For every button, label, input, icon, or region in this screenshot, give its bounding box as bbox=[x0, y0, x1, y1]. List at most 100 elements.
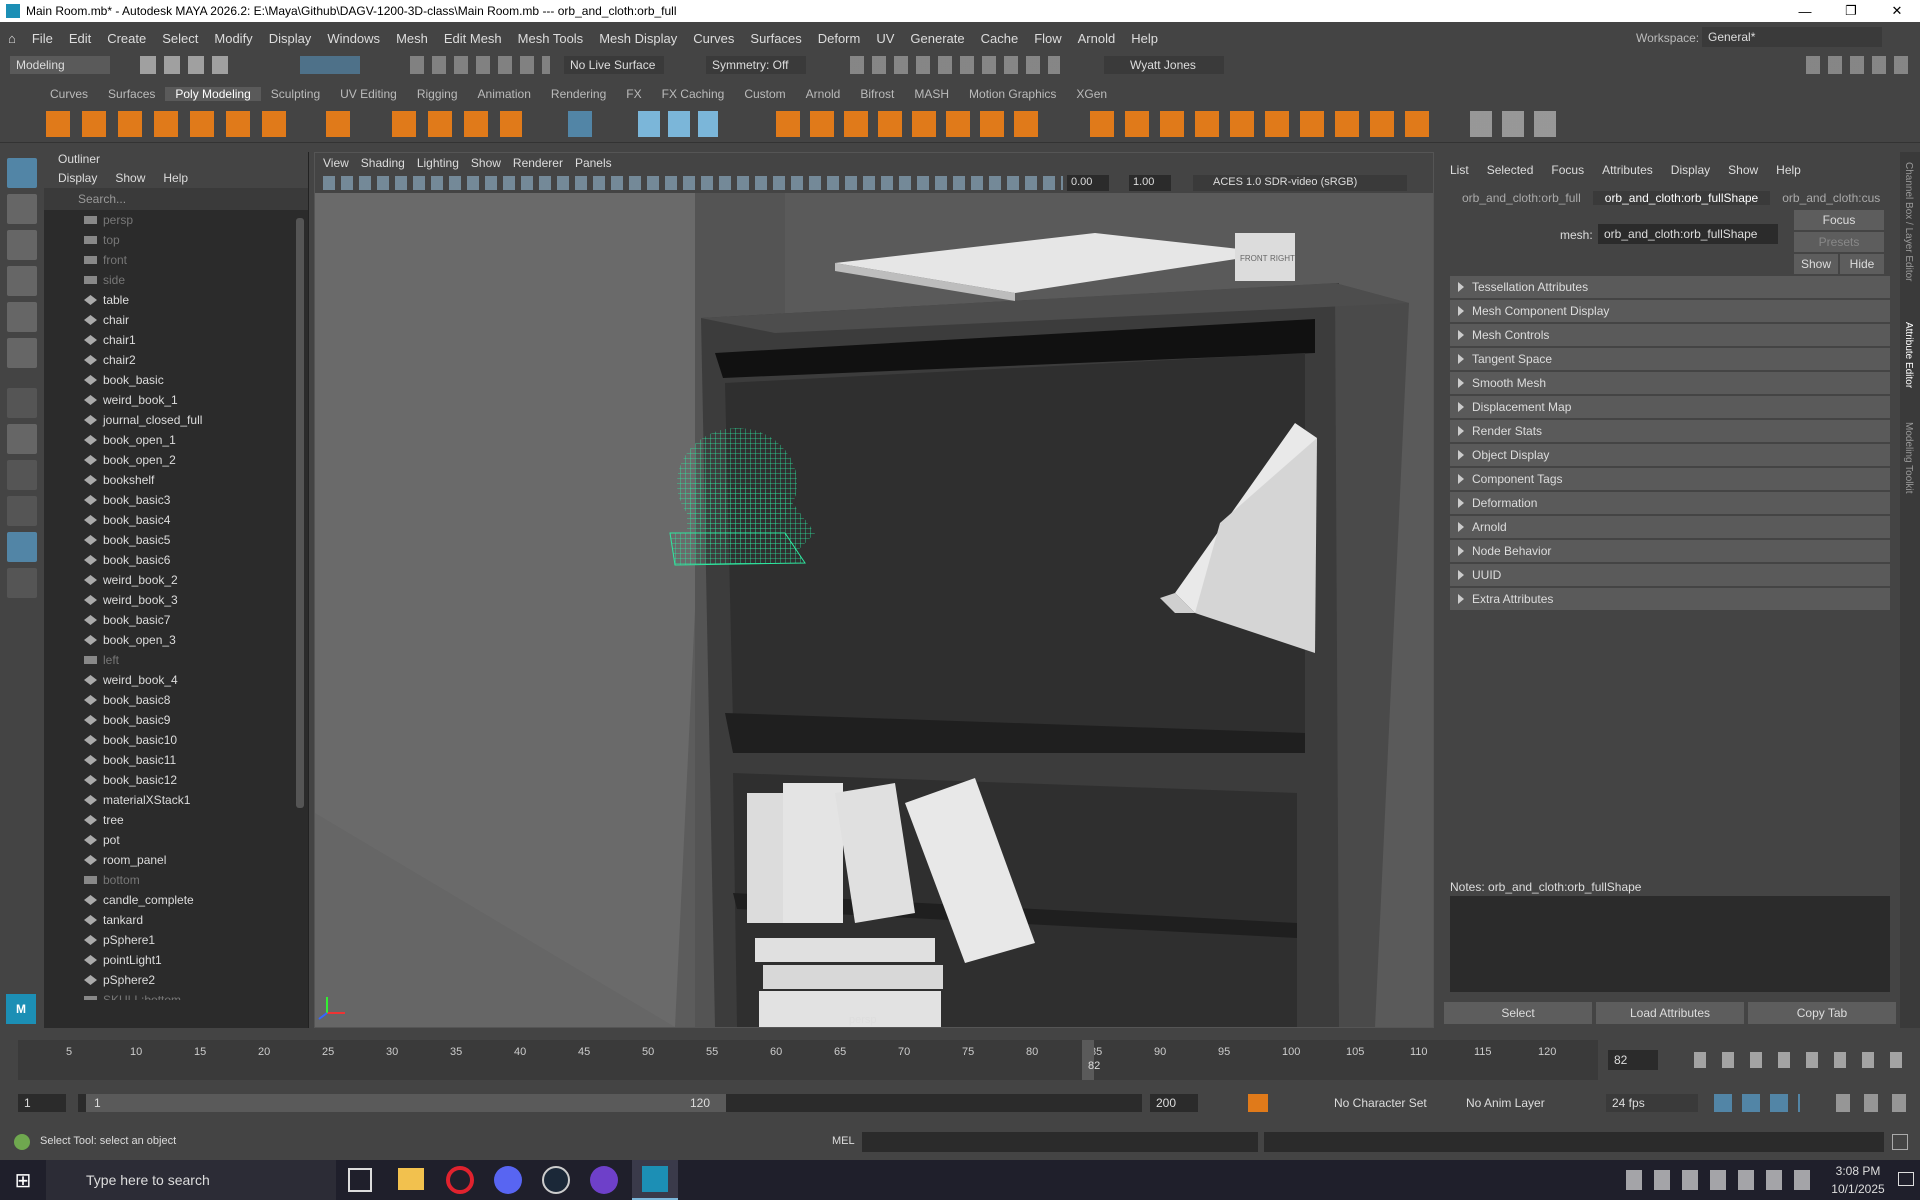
outliner-item[interactable]: bookshelf bbox=[44, 470, 308, 490]
attr-section[interactable]: Tessellation Attributes bbox=[1450, 276, 1890, 298]
viewport-toolbar-icons[interactable] bbox=[323, 176, 1063, 190]
side-tab-attribute-editor[interactable]: Attribute Editor bbox=[1903, 322, 1914, 388]
outliner-item[interactable]: chair2 bbox=[44, 350, 308, 370]
outliner-view-icon[interactable] bbox=[7, 532, 37, 562]
single-view-icon[interactable] bbox=[7, 424, 37, 454]
sound-icons[interactable] bbox=[1836, 1094, 1916, 1112]
github-icon[interactable] bbox=[590, 1166, 618, 1194]
attr-menu-attributes[interactable]: Attributes bbox=[1602, 163, 1653, 177]
playback-controls[interactable] bbox=[1694, 1052, 1912, 1068]
task-view-icon[interactable] bbox=[348, 1168, 372, 1192]
snap-icons[interactable] bbox=[410, 56, 550, 74]
outliner-item[interactable]: table bbox=[44, 290, 308, 310]
outliner-item[interactable]: journal_closed_full bbox=[44, 410, 308, 430]
outliner-item[interactable]: weird_book_3 bbox=[44, 590, 308, 610]
attr-section[interactable]: UUID bbox=[1450, 564, 1890, 586]
attr-section[interactable]: Smooth Mesh bbox=[1450, 372, 1890, 394]
shelf-tab-curves[interactable]: Curves bbox=[40, 87, 98, 101]
attr-tab-shape[interactable]: orb_and_cloth:orb_fullShape bbox=[1592, 191, 1771, 205]
attr-section[interactable]: Extra Attributes bbox=[1450, 588, 1890, 610]
vp-menu-view[interactable]: View bbox=[323, 156, 349, 170]
selection-mask-icons[interactable] bbox=[300, 56, 360, 74]
mel-input[interactable] bbox=[862, 1132, 1258, 1152]
shelf-tab-surfaces[interactable]: Surfaces bbox=[98, 87, 165, 101]
anim-layer-select[interactable]: No Anim Layer bbox=[1466, 1096, 1545, 1110]
menu-uv[interactable]: UV bbox=[868, 31, 902, 46]
mesh-name-field[interactable]: orb_and_cloth:orb_fullShape bbox=[1598, 224, 1778, 244]
outliner-item[interactable]: book_basic7 bbox=[44, 610, 308, 630]
outliner-item[interactable]: book_open_3 bbox=[44, 630, 308, 650]
vp-field-a[interactable]: 0.00 bbox=[1067, 175, 1109, 191]
shelf-tab-poly-modeling[interactable]: Poly Modeling bbox=[165, 87, 261, 101]
outliner-search-input[interactable]: Search... bbox=[44, 188, 308, 210]
shelf-tab-mash[interactable]: MASH bbox=[904, 87, 959, 101]
layout-icons[interactable] bbox=[1806, 56, 1916, 74]
opera-icon[interactable] bbox=[446, 1166, 474, 1194]
outliner-item[interactable]: materialXStack1 bbox=[44, 790, 308, 810]
attr-section[interactable]: Mesh Controls bbox=[1450, 324, 1890, 346]
outliner-item[interactable]: book_open_2 bbox=[44, 450, 308, 470]
taskbar-date[interactable]: 10/1/2025 bbox=[1824, 1182, 1892, 1196]
outliner-item[interactable]: chair bbox=[44, 310, 308, 330]
vp-menu-show[interactable]: Show bbox=[471, 156, 501, 170]
outliner-item[interactable]: SKULL:bottom bbox=[44, 990, 308, 1000]
outliner-item[interactable]: pot bbox=[44, 830, 308, 850]
maya-taskbar-icon[interactable] bbox=[632, 1160, 678, 1200]
vp-menu-panels[interactable]: Panels bbox=[575, 156, 612, 170]
attr-tab-transform[interactable]: orb_and_cloth:orb_full bbox=[1450, 191, 1593, 205]
attr-section[interactable]: Deformation bbox=[1450, 492, 1890, 514]
script-editor-icon[interactable] bbox=[1892, 1134, 1908, 1150]
menu-mesh[interactable]: Mesh bbox=[388, 31, 436, 46]
attr-menu-help[interactable]: Help bbox=[1776, 163, 1801, 177]
outliner-item[interactable]: side bbox=[44, 270, 308, 290]
menu-curves[interactable]: Curves bbox=[685, 31, 742, 46]
steam-icon[interactable] bbox=[542, 1166, 570, 1194]
attr-section[interactable]: Mesh Component Display bbox=[1450, 300, 1890, 322]
menu-set-select[interactable]: Modeling bbox=[10, 56, 110, 74]
outliner-list[interactable]: persp top front side table chair chair1 chair2 b… bbox=[44, 210, 308, 1000]
attr-section[interactable]: Arnold bbox=[1450, 516, 1890, 538]
side-tab-modeling-toolkit[interactable]: Modeling Toolkit bbox=[1903, 422, 1914, 494]
vp-menu-lighting[interactable]: Lighting bbox=[417, 156, 459, 170]
file-icons[interactable] bbox=[140, 56, 250, 74]
select-tool-icon[interactable] bbox=[7, 158, 37, 188]
auto-key-icon[interactable] bbox=[1248, 1094, 1268, 1112]
colorspace-select[interactable]: ACES 1.0 SDR-video (sRGB) bbox=[1193, 175, 1407, 191]
vp-menu-shading[interactable]: Shading bbox=[361, 156, 405, 170]
viewport-scene[interactable]: FRONT RIGHT persp bbox=[315, 193, 1433, 1027]
attr-section[interactable]: Object Display bbox=[1450, 444, 1890, 466]
taskbar-time[interactable]: 3:08 PM bbox=[1828, 1164, 1888, 1178]
shelf-tab-fx[interactable]: FX bbox=[616, 87, 651, 101]
vp-field-b[interactable]: 1.00 bbox=[1129, 175, 1171, 191]
outliner-item[interactable]: book_basic6 bbox=[44, 550, 308, 570]
outliner-item[interactable]: candle_complete bbox=[44, 890, 308, 910]
shelf-tab-xgen[interactable]: XGen bbox=[1066, 87, 1117, 101]
system-tray-icons[interactable] bbox=[1626, 1170, 1816, 1190]
select-button[interactable]: Select bbox=[1444, 1002, 1592, 1024]
outliner-item[interactable]: book_basic11 bbox=[44, 750, 308, 770]
notes-field[interactable] bbox=[1450, 896, 1890, 992]
outliner-item[interactable]: top bbox=[44, 230, 308, 250]
menu-cache[interactable]: Cache bbox=[973, 31, 1027, 46]
fps-select[interactable]: 24 fps bbox=[1606, 1094, 1698, 1112]
outliner-menu-show[interactable]: Show bbox=[115, 171, 145, 185]
boolean-icons[interactable] bbox=[776, 111, 1046, 137]
show-button[interactable]: Show bbox=[1794, 254, 1838, 274]
attr-menu-show[interactable]: Show bbox=[1728, 163, 1758, 177]
maximize-button[interactable]: ❐ bbox=[1828, 0, 1874, 22]
search-icon[interactable] bbox=[7, 568, 37, 598]
outliner-item[interactable]: weird_book_4 bbox=[44, 670, 308, 690]
paint-select-icon[interactable] bbox=[7, 230, 37, 260]
time-ruler[interactable]: 5 10 15 20 25 30 35 40 45 50 55 60 65 70 75 80 85 90 95 100… bbox=[18, 1040, 1598, 1080]
attr-section[interactable]: Node Behavior bbox=[1450, 540, 1890, 562]
edit-mesh-icons[interactable] bbox=[1090, 111, 1430, 137]
discord-icon[interactable] bbox=[494, 1166, 522, 1194]
four-view-icon[interactable] bbox=[7, 460, 37, 490]
shelf-tab-sculpting[interactable]: Sculpting bbox=[261, 87, 330, 101]
outliner-item[interactable]: book_basic8 bbox=[44, 690, 308, 710]
hide-button[interactable]: Hide bbox=[1840, 254, 1884, 274]
shelf-tab-uv-editing[interactable]: UV Editing bbox=[330, 87, 407, 101]
outliner-item[interactable]: tankard bbox=[44, 910, 308, 930]
outliner-item[interactable]: book_basic5 bbox=[44, 530, 308, 550]
menu-arnold[interactable]: Arnold bbox=[1070, 31, 1124, 46]
